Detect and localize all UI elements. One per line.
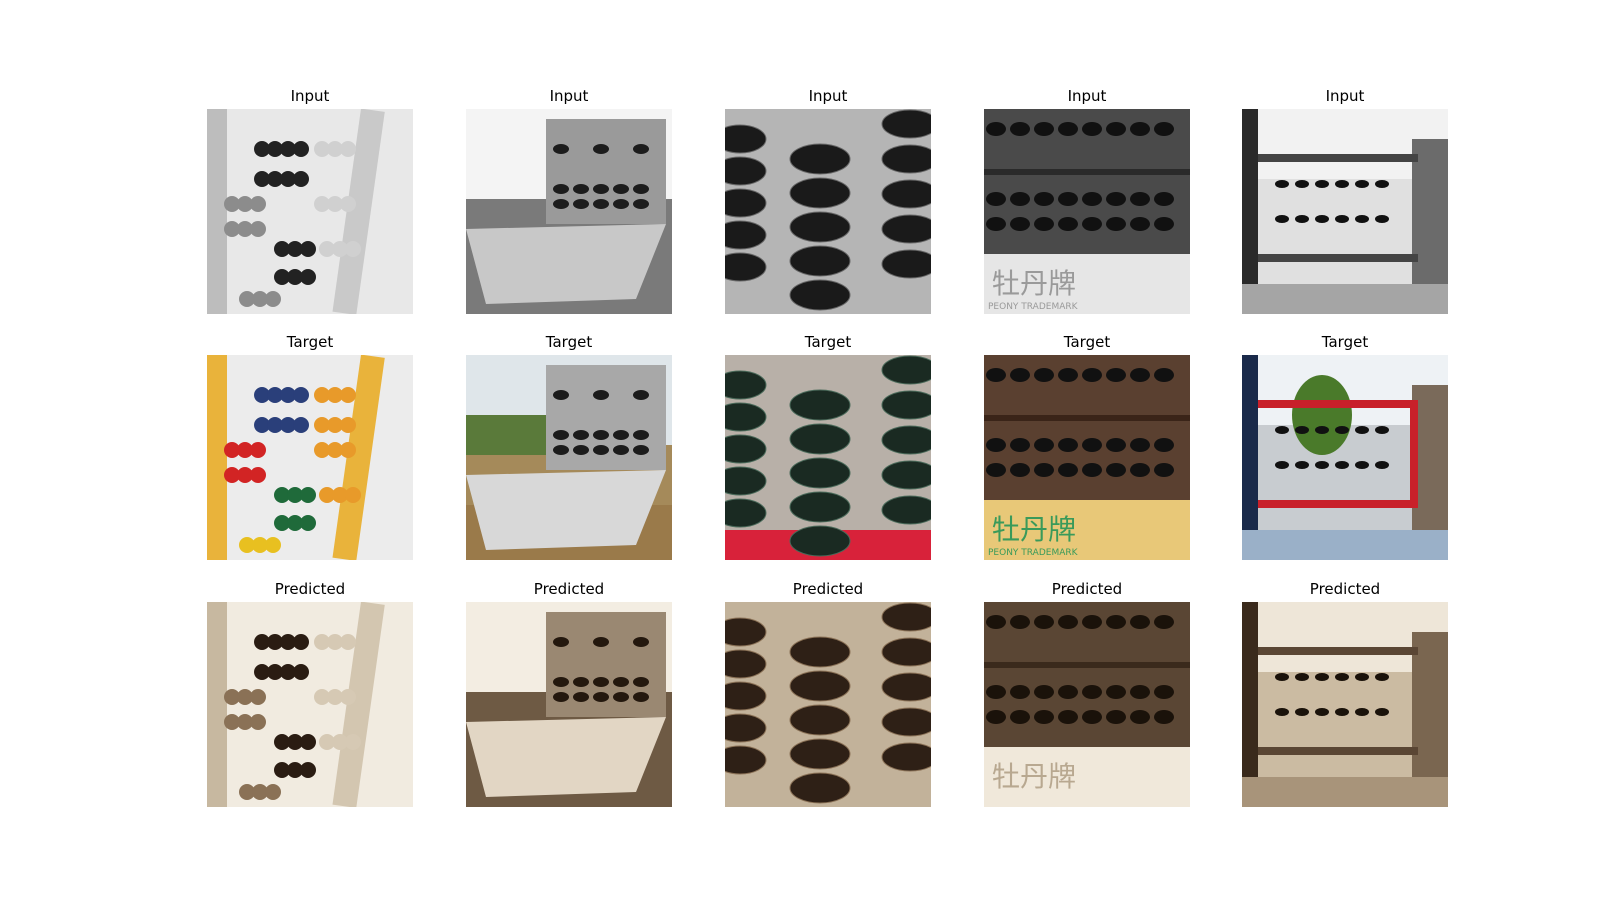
image-input-bead-stacks [725, 109, 931, 314]
panel-title: Predicted [1309, 580, 1381, 598]
label-glyphs: 牡丹牌 [992, 267, 1076, 300]
image-input-toy-abacus [207, 109, 413, 314]
image-predicted-laptop-abacus [466, 602, 672, 807]
panel-title: Predicted [1051, 580, 1123, 598]
image-predicted-outdoor-abacus [1242, 602, 1448, 807]
panel-title: Target [545, 333, 593, 351]
label-trademark: PEONY TRADEMARK [988, 302, 1079, 312]
image-input-abacus-label: 牡丹牌 PEONY TRADEMARK [984, 109, 1190, 314]
image-predicted-abacus-label: 牡丹牌 [984, 602, 1190, 807]
label-trademark: PEONY TRADEMARK [988, 548, 1079, 558]
panel-title: Input [290, 87, 330, 105]
image-target-abacus-label: 牡丹牌 PEONY TRADEMARK [984, 355, 1190, 560]
image-target-laptop-abacus [466, 355, 672, 560]
panel-title: Target [1321, 333, 1369, 351]
image-input-laptop-abacus [466, 109, 672, 314]
image-target-toy-abacus [207, 355, 413, 560]
panel-title: Input [1067, 87, 1107, 105]
panel-title: Predicted [274, 580, 346, 598]
image-target-outdoor-abacus [1242, 355, 1448, 560]
image-input-outdoor-abacus [1242, 109, 1448, 314]
panel-title: Target [286, 333, 334, 351]
panel-title: Input [549, 87, 589, 105]
label-glyphs: 牡丹牌 [992, 760, 1076, 793]
image-predicted-toy-abacus [207, 602, 413, 807]
image-target-bead-stacks [725, 355, 931, 560]
panel-title: Predicted [533, 580, 605, 598]
panel-title: Input [1325, 87, 1365, 105]
label-glyphs: 牡丹牌 [992, 513, 1076, 546]
panel-title: Predicted [792, 580, 864, 598]
panel-title: Input [808, 87, 848, 105]
panel-title: Target [804, 333, 852, 351]
image-predicted-bead-stacks [725, 602, 931, 807]
panel-title: Target [1063, 333, 1111, 351]
